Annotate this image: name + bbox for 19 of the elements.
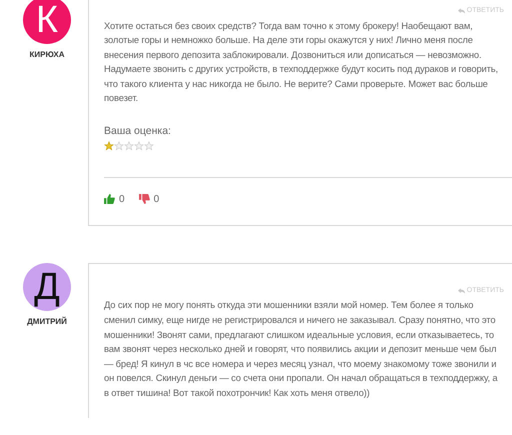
author-name: КИРЮХА — [29, 49, 65, 61]
star-icon[interactable] — [134, 140, 144, 151]
star-icon[interactable] — [144, 140, 154, 151]
star-rating[interactable] — [104, 140, 154, 151]
avatar-letter: Д — [34, 268, 60, 306]
star-icon[interactable] — [114, 140, 124, 151]
comment-text: Хотите остаться без своих средств? Тогда вам точно к этому брокеру! Наобещают вам, золотые горы и немножко больше. На деле эти горы окажутся у них! Лично меня после внесения первого депозита заблокировали. Дозвониться или дописаться — невозможно. Надумаете звонить с других устройств, в техподдержке будут косить под дураков и говорить, что такого клиента у нас никогда не было. Не верите? Сами проверьте. Может вас больше повезет. — [104, 18, 499, 106]
thumbs-up-icon — [104, 194, 115, 204]
rating-label: Ваша оценка: — [104, 124, 172, 140]
thumbs-down-icon — [138, 194, 150, 204]
star-icon[interactable] — [124, 140, 134, 151]
reply-icon — [458, 8, 465, 14]
dislike-button[interactable]: 0 — [138, 192, 160, 207]
reply-icon — [458, 288, 465, 294]
star-icon[interactable] — [104, 140, 114, 151]
comment-text: До сих пор не могу понять откуда эти мошенники взяли мой номер. Тем более я только сменил симку, еще нигде не регистрировался и ничего не заказывал. Сразу понятно, что это мошенники! Звонят сами, предлагают слишком идеальные условия, если отказываетесь, то вам звонят через несколько дней и говорят, что появились акции и депозит меньше чем был — бред! Я кинул в чс все номера и через месяц узнал, что моему знакомому тоже звонили и он повелся. Скинул деньги — со счета они пропали. Он начал обращаться в техподдержку, а в ответ тишина! Вот такой похотрончик! Как хоть меня отвело)) — [104, 298, 499, 400]
author-name: ДМИТРИЙ — [27, 316, 67, 328]
like-button[interactable]: 0 — [104, 192, 125, 207]
avatar-letter: К — [36, 1, 58, 39]
